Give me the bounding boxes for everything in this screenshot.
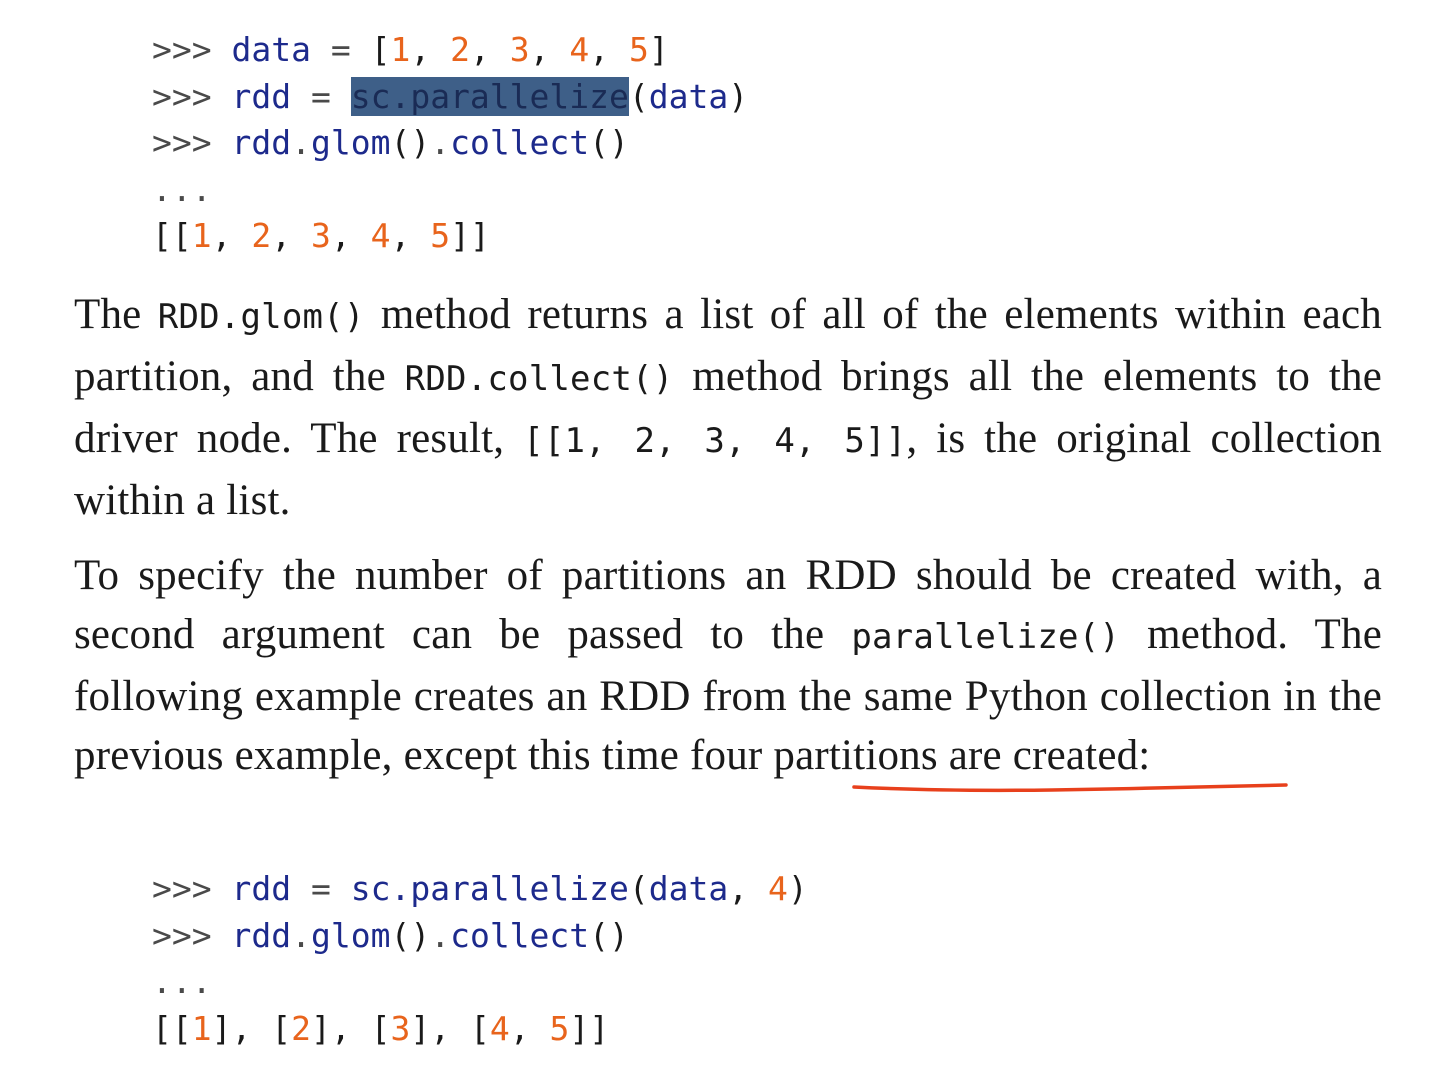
code-output-line: [[1], [2], [3], [4, 5]] bbox=[152, 1008, 610, 1048]
number: 3 bbox=[311, 216, 331, 255]
code-block-2: >>> rdd = sc.parallelize(data, 4) >>> rdd… bbox=[152, 866, 808, 1052]
number: 3 bbox=[509, 30, 530, 69]
inline-code: RDD.glom() bbox=[157, 297, 365, 337]
inline-code: [[1, 2, 3, 4, 5]] bbox=[523, 421, 907, 461]
method-name: collect bbox=[450, 123, 590, 162]
number: 4 bbox=[767, 869, 788, 908]
prompt: >>> bbox=[152, 76, 212, 116]
ellipsis: ... bbox=[152, 169, 212, 209]
operator: = bbox=[310, 869, 331, 908]
operator: = bbox=[310, 76, 331, 116]
code-line: >>> rdd = sc.parallelize(data) bbox=[152, 76, 749, 116]
number: 1 bbox=[191, 1008, 212, 1048]
ellipsis: ... bbox=[152, 962, 212, 1001]
number: 5 bbox=[430, 216, 451, 255]
function-call: sc.parallelize bbox=[350, 869, 629, 908]
paragraph-partitions: To specify the number of partitions an R… bbox=[74, 552, 1382, 779]
prompt: >>> bbox=[152, 30, 212, 69]
variable: rdd bbox=[231, 123, 292, 162]
method-name: glom bbox=[310, 915, 391, 955]
argument: data bbox=[648, 869, 729, 908]
number: 2 bbox=[291, 1008, 311, 1048]
number: 1 bbox=[191, 216, 212, 255]
prompt: >>> bbox=[152, 869, 212, 908]
method-name: collect bbox=[450, 915, 590, 955]
code-block-1: >>> data = [1, 2, 3, 4, 5] >>> rdd = sc.p… bbox=[152, 27, 748, 260]
code-line: >>> rdd = sc.parallelize(data, 4) bbox=[152, 869, 808, 908]
inline-code: parallelize() bbox=[851, 617, 1121, 657]
operator: = bbox=[330, 30, 351, 69]
paragraph-glom-collect: The RDD.glom() method returns a list of … bbox=[74, 291, 1383, 524]
inline-code: RDD.collect() bbox=[404, 359, 674, 399]
number: 2 bbox=[450, 30, 470, 69]
code-line: ... bbox=[152, 959, 808, 1006]
number: 5 bbox=[628, 30, 649, 69]
variable: rdd bbox=[231, 869, 292, 908]
variable: rdd bbox=[231, 76, 292, 116]
prompt: >>> bbox=[152, 915, 212, 955]
selected-text-highlight[interactable]: sc.parallelize bbox=[350, 76, 629, 116]
code-line: >>> rdd.glom().collect() bbox=[152, 123, 629, 162]
number: 2 bbox=[251, 216, 272, 255]
prompt: >>> bbox=[152, 123, 212, 162]
code-line: ... bbox=[152, 167, 748, 214]
number: 4 bbox=[370, 216, 391, 255]
number: 4 bbox=[569, 30, 590, 69]
number: 4 bbox=[489, 1008, 510, 1048]
number: 1 bbox=[390, 30, 411, 69]
argument: data bbox=[648, 76, 729, 116]
number: 5 bbox=[549, 1008, 570, 1048]
variable: rdd bbox=[231, 915, 292, 955]
method-name: glom bbox=[310, 123, 391, 162]
code-output-line: [[1, 2, 3, 4, 5]] bbox=[152, 216, 490, 255]
handwritten-underline-annotation bbox=[852, 783, 1288, 793]
code-line: >>> data = [1, 2, 3, 4, 5] bbox=[152, 30, 669, 69]
variable: data bbox=[231, 30, 311, 69]
code-line: >>> rdd.glom().collect() bbox=[152, 915, 629, 955]
number: 3 bbox=[390, 1008, 411, 1048]
